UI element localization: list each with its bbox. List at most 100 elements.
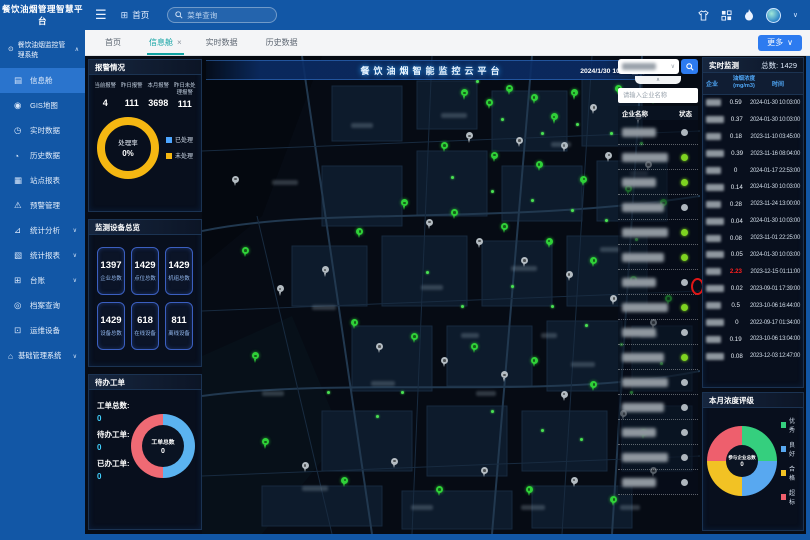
map-pin-gray[interactable] — [571, 477, 579, 488]
company-search-button[interactable] — [681, 59, 698, 74]
map-pin-gray[interactable] — [566, 271, 574, 282]
company-row[interactable] — [618, 420, 698, 445]
sidebar-item[interactable]: ⊿ 统计分析 ∨ — [0, 218, 85, 243]
map-pin-green[interactable] — [526, 486, 534, 497]
map-pin-gray[interactable] — [590, 104, 598, 115]
map-pin-green[interactable] — [441, 142, 449, 153]
sidebar-item[interactable]: ◉ GIS地图 — [0, 93, 85, 118]
tab[interactable]: 首页 — [93, 30, 137, 55]
map-pin-green[interactable] — [242, 247, 250, 258]
map-pin-green[interactable] — [486, 99, 494, 110]
map-pin-green[interactable] — [401, 199, 409, 210]
company-row[interactable] — [618, 245, 698, 270]
map-pin-green[interactable] — [580, 176, 588, 187]
collapse-handle[interactable]: ∧ — [635, 76, 681, 84]
avatar[interactable] — [766, 8, 781, 23]
map-pin-gray[interactable] — [605, 152, 613, 163]
map-pin-gray[interactable] — [466, 132, 474, 143]
map-pin-gray[interactable] — [302, 462, 310, 473]
map-pin-gray[interactable] — [322, 266, 330, 277]
realtime-row[interactable]: 0.05 2024-01-30 10:03:00 — [703, 247, 803, 264]
company-row[interactable] — [618, 170, 698, 195]
map-pin-gray[interactable] — [476, 238, 484, 249]
map-pin-green[interactable] — [531, 357, 539, 368]
map-pin-green[interactable] — [546, 238, 554, 249]
sidebar-system-header[interactable]: ⊙ 餐饮油烟监控管理系统 ∧ — [0, 30, 85, 68]
map-pin-gray[interactable] — [501, 371, 509, 382]
map-pin-green[interactable] — [501, 223, 509, 234]
realtime-row[interactable]: 0.39 2023-11-16 08:04:00 — [703, 145, 803, 162]
sidebar-item[interactable]: ⊡ 运维设备 — [0, 318, 85, 343]
user-chevron-down-icon[interactable]: ∨ — [793, 11, 798, 19]
sidebar-item[interactable]: ▤ 信息舱 — [0, 68, 85, 93]
map-pin-gray[interactable] — [391, 458, 399, 469]
map-pin-gray[interactable] — [426, 219, 434, 230]
map-pin-gray[interactable] — [277, 285, 285, 296]
map-pin-green[interactable] — [590, 381, 598, 392]
map-pin-green[interactable] — [536, 161, 544, 172]
tab[interactable]: 历史数据 — [254, 30, 314, 55]
map-pin-gray[interactable] — [441, 357, 449, 368]
tab-close-icon[interactable]: × — [177, 38, 182, 47]
realtime-row[interactable]: 0 2022-09-17 01:34:00 — [703, 314, 803, 331]
map-pin-gray[interactable] — [516, 137, 524, 148]
map-pin-green[interactable] — [571, 89, 579, 100]
company-row[interactable] — [618, 270, 698, 295]
device-card[interactable]: 1397 企业总数 — [97, 247, 125, 295]
map-pin-green[interactable] — [461, 89, 469, 100]
map-pin-green[interactable] — [590, 257, 598, 268]
map-pin-green[interactable] — [411, 333, 419, 344]
sidebar-item[interactable]: ▦ 站点报表 — [0, 168, 85, 193]
company-row[interactable] — [618, 195, 698, 220]
device-card[interactable]: 1429 机组总数 — [165, 247, 193, 295]
map-pin-green[interactable] — [262, 438, 270, 449]
tab[interactable]: 信息舱 × — [137, 30, 194, 55]
map-pin-gray[interactable] — [561, 391, 569, 402]
realtime-row[interactable]: 0.02 2023-09-01 17:39:00 — [703, 280, 803, 297]
map-pin-green[interactable] — [356, 228, 364, 239]
realtime-row[interactable]: 0.37 2024-01-30 10:03:00 — [703, 111, 803, 128]
map-pin-gray[interactable] — [376, 343, 384, 354]
company-row[interactable] — [618, 120, 698, 145]
sidebar-item[interactable]: ⊞ 台账 ∨ — [0, 268, 85, 293]
device-card[interactable]: 618 在线设备 — [131, 302, 159, 350]
company-row[interactable] — [618, 295, 698, 320]
realtime-row[interactable]: 0.08 2023-12-03 12:47:00 — [703, 348, 803, 365]
map-pin-green[interactable] — [341, 477, 349, 488]
device-card[interactable]: 1429 点位总数 — [131, 247, 159, 295]
hamburger-icon[interactable]: ☰ — [95, 7, 107, 23]
company-row[interactable] — [618, 470, 698, 495]
more-button[interactable]: 更多 ∨ — [758, 35, 802, 51]
map-pin-green[interactable] — [551, 113, 559, 124]
realtime-row[interactable]: 0.28 2023-11-24 13:00:00 — [703, 196, 803, 213]
map-pin-green[interactable] — [351, 319, 359, 330]
realtime-row[interactable]: 0.19 2023-10-06 13:04:00 — [703, 331, 803, 348]
sidebar-item[interactable]: ◔ 历史数据 — [0, 143, 85, 168]
sidebar-item[interactable]: ▧ 统计报表 ∨ — [0, 243, 85, 268]
map-pin-gray[interactable] — [232, 176, 240, 187]
map-pin-gray[interactable] — [481, 467, 489, 478]
map-pin-green[interactable] — [506, 85, 514, 96]
company-row[interactable] — [618, 345, 698, 370]
realtime-row[interactable]: 0.04 2024-01-30 10:03:00 — [703, 213, 803, 230]
menu-search-input[interactable] — [187, 11, 267, 20]
company-row[interactable] — [618, 145, 698, 170]
realtime-row[interactable]: 0.5 2023-10-06 16:44:00 — [703, 297, 803, 314]
map-pin-green[interactable] — [471, 343, 479, 354]
realtime-row[interactable]: 0 2024-01-17 22:53:00 — [703, 162, 803, 179]
realtime-row[interactable]: 0.18 2023-11-10 03:45:00 — [703, 128, 803, 145]
menu-search[interactable] — [167, 7, 277, 23]
map-pin-green[interactable] — [491, 152, 499, 163]
company-row[interactable] — [618, 370, 698, 395]
realtime-row[interactable]: 0.08 2023-11-01 22:25:00 — [703, 230, 803, 247]
realtime-row[interactable]: 0.14 2024-01-30 10:03:00 — [703, 179, 803, 196]
sidebar-item[interactable]: ⚠ 预警管理 — [0, 193, 85, 218]
device-card[interactable]: 1429 设备总数 — [97, 302, 125, 350]
realtime-row[interactable]: 2.23 2023-12-15 01:11:00 — [703, 263, 803, 280]
company-row[interactable] — [618, 320, 698, 345]
sidebar-item[interactable]: ◎ 档案查询 — [0, 293, 85, 318]
flame-icon[interactable] — [744, 9, 754, 21]
company-row[interactable] — [618, 395, 698, 420]
area-select[interactable]: ∨ — [618, 59, 679, 74]
theme-shirt-icon[interactable] — [698, 10, 709, 21]
